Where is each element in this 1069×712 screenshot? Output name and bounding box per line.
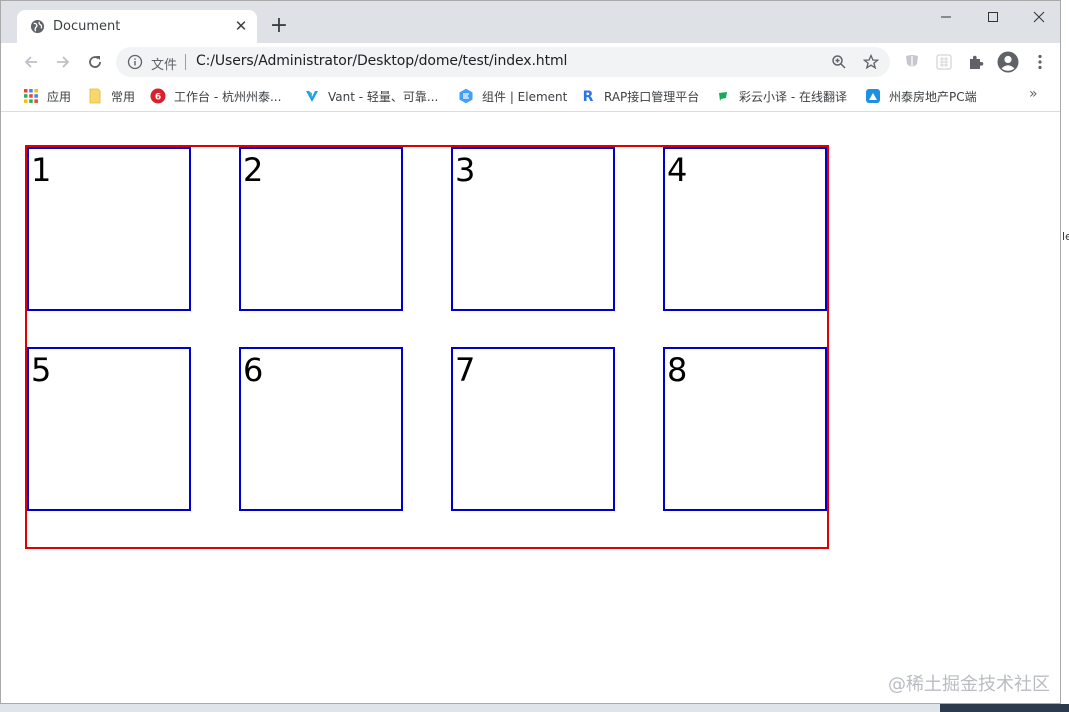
box-number: 5 [31,351,52,389]
svg-text:6: 6 [155,93,161,103]
security-label: 文件 [151,58,178,73]
bookmark-label: 州泰房地产PC端 [889,89,977,104]
reload-icon [89,56,101,68]
back-button[interactable] [17,48,45,76]
new-tab-button[interactable]: + [267,14,291,38]
forward-icon [57,56,70,68]
element-logo-icon [458,88,474,104]
bookmarks-overflow-button[interactable]: » [1029,86,1038,102]
bookmark-label: RAP接口管理平台 [604,89,700,104]
reload-button[interactable] [81,48,109,76]
bookmark-apps[interactable]: 应用 [23,86,71,106]
caiyun-logo-icon [715,88,731,104]
box-number: 3 [455,151,476,189]
toolbar: 文件 C:/Users/Administrator/Desktop/dome/t… [1,43,1060,80]
url-text[interactable]: C:/Users/Administrator/Desktop/dome/test… [196,53,567,69]
box-number: 6 [243,351,264,389]
globe-icon [30,19,45,34]
tab-document[interactable]: Document ✕ [17,10,257,43]
tab-close-button[interactable]: ✕ [231,16,251,36]
profile-button[interactable] [996,50,1020,74]
browser-window: Document ✕ + 文件 C:/Users/Administrator/D… [0,0,1061,704]
tab-strip: Document ✕ + [1,1,1060,43]
taskbar-dark-segment [940,704,1069,712]
bookmark-caiyun[interactable]: 彩云小译 - 在线翻译 [715,86,847,106]
bookmark-folder-common[interactable]: 常用 [87,86,135,106]
omnibox-divider [185,54,186,70]
close-icon [1033,11,1045,23]
extensions-button[interactable] [964,50,988,74]
box-number: 2 [243,151,264,189]
extension-grid-icon [936,54,952,70]
background-text: le [1062,230,1069,243]
background-window-edge: le [1061,0,1069,712]
box-number: 4 [667,151,688,189]
grid-box-6: 6 [239,347,403,511]
bookmark-label: Vant - 轻量、可靠... [328,89,439,104]
apps-grid-icon [23,88,39,104]
tab-title: Document [53,19,121,34]
bookmark-label: 应用 [47,89,72,104]
bookmark-rap[interactable]: R RAP接口管理平台 [580,86,700,106]
profile-icon [997,51,1019,73]
extension-shield-button[interactable] [900,50,924,74]
menu-button[interactable] [1028,50,1052,74]
bookmark-label: 工作台 - 杭州州泰... [174,89,282,104]
watermark-text: @稀土掘金技术社区 [888,674,1050,695]
box-number: 1 [31,151,52,189]
extension-shield-icon [906,55,918,67]
maximize-icon [988,12,998,22]
bookmark-label: 彩云小译 - 在线翻译 [739,89,847,104]
page-content: 1 2 3 4 5 6 7 8 @稀土掘金技术社区 [1,113,1060,703]
box-number: 8 [667,351,688,389]
star-icon [863,54,879,70]
taskbar-edge [0,704,1069,712]
zoom-icon [832,55,846,69]
folder-icon [87,88,103,104]
outer-container: 1 2 3 4 5 6 7 8 [25,145,829,549]
grid-box-1: 1 [27,147,191,311]
box-number: 7 [455,351,476,389]
grid-box-8: 8 [663,347,827,511]
bookmark-workbench[interactable]: 6 工作台 - 杭州州泰... [150,86,281,106]
minimize-button[interactable] [923,1,969,33]
grid-box-2: 2 [239,147,403,311]
grid-box-3: 3 [451,147,615,311]
puzzle-icon [970,55,984,69]
grid-box-4: 4 [663,147,827,311]
rap-logo-icon: R [580,88,596,104]
forward-button[interactable] [49,48,77,76]
grid-box-5: 5 [27,347,191,511]
back-icon [24,56,37,68]
minimize-icon [941,16,951,18]
maximize-button[interactable] [970,1,1016,33]
address-bar[interactable]: 文件 C:/Users/Administrator/Desktop/dome/t… [116,47,890,77]
bookmark-label: 组件 | Element [482,89,568,104]
bookmark-label: 常用 [111,89,136,104]
bookmark-house[interactable]: 州泰房地产PC端 [865,86,977,106]
zoom-button[interactable] [829,52,849,72]
menu-icon [1038,54,1042,70]
bookmark-element[interactable]: 组件 | Element [458,86,567,106]
house-logo-icon [865,88,881,104]
bookmark-star-button[interactable] [861,52,881,72]
red-logo-icon: 6 [150,88,166,104]
info-icon[interactable] [127,54,143,70]
bookmarks-bar: 应用 常用 6 工作台 - 杭州州泰... Vant - 轻量、可靠... 组件… [1,80,1060,112]
svg-text:R: R [583,89,594,104]
extension-grid-button[interactable] [932,50,956,74]
close-window-button[interactable] [1016,1,1060,33]
grid-box-7: 7 [451,347,615,511]
bookmark-vant[interactable]: Vant - 轻量、可靠... [304,86,438,106]
vant-logo-icon [304,88,320,104]
